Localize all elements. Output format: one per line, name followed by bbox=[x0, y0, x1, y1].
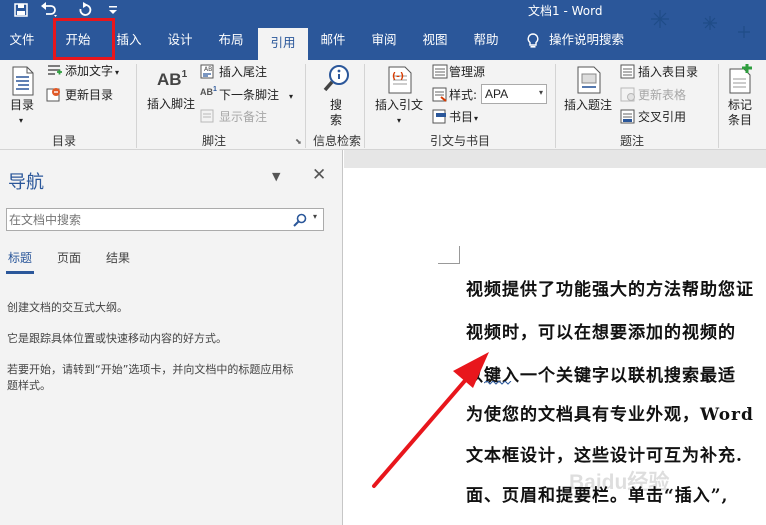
nav-hint-3b: 题样式。 bbox=[7, 379, 51, 392]
ribbon-separator bbox=[555, 64, 556, 148]
mark-entry-icon bbox=[729, 64, 752, 94]
search-icon[interactable] bbox=[293, 213, 307, 227]
nav-hint-3a: 若要开始，请转到“开始”选项卡，并向文档中的标题应用标 bbox=[7, 363, 294, 376]
chevron-down-icon: ▾ bbox=[538, 88, 543, 97]
update-toc-button[interactable]: 更新目录 bbox=[65, 88, 113, 103]
cross-reference-icon bbox=[620, 109, 635, 124]
group-label-toc: 目录 bbox=[52, 134, 77, 148]
home-tab-highlight-box bbox=[53, 18, 115, 60]
tab-help[interactable]: 帮助 bbox=[468, 26, 504, 54]
insert-caption-icon bbox=[577, 66, 601, 94]
style-icon bbox=[432, 87, 447, 102]
show-notes-icon bbox=[200, 109, 214, 123]
ribbon-separator bbox=[364, 64, 365, 148]
mark-entry-button[interactable]: 标记条目 bbox=[724, 64, 764, 128]
customize-qat-icon[interactable] bbox=[108, 4, 118, 16]
next-footnote-icon: AB1 bbox=[200, 86, 217, 97]
snowflake-decoration-icon bbox=[651, 10, 750, 38]
tab-file[interactable]: 文件 bbox=[4, 26, 40, 54]
search-options-arrow[interactable]: ▾ bbox=[313, 212, 317, 221]
toc-button[interactable]: 目录 ▾ bbox=[6, 64, 40, 128]
tab-mailings[interactable]: 邮件 bbox=[315, 26, 351, 54]
ribbon-separator bbox=[718, 64, 719, 148]
search-info-icon bbox=[323, 65, 349, 92]
search-button[interactable]: 搜索 bbox=[318, 64, 356, 128]
undo-icon[interactable] bbox=[40, 2, 58, 17]
bibliography-icon bbox=[432, 109, 446, 124]
insert-citation-icon: (-) bbox=[388, 66, 412, 94]
tab-review[interactable]: 审阅 bbox=[366, 26, 402, 54]
nav-search-box[interactable]: ▾ bbox=[6, 208, 324, 231]
footnote-ab-icon: AB1 bbox=[157, 69, 188, 89]
update-toc-icon bbox=[46, 88, 60, 102]
svg-text:AB: AB bbox=[204, 66, 212, 73]
table-of-figures-icon bbox=[620, 64, 635, 79]
save-icon[interactable] bbox=[14, 3, 28, 17]
update-table-button[interactable]: 更新表格 bbox=[638, 88, 686, 103]
nav-pane-options-button[interactable]: ▼ bbox=[272, 170, 280, 183]
manage-sources-button[interactable]: 管理源 bbox=[449, 65, 485, 80]
insert-caption-button[interactable]: 插入题注 bbox=[562, 64, 616, 114]
nav-search-input[interactable] bbox=[9, 210, 279, 229]
tab-layout[interactable]: 布局 bbox=[213, 26, 249, 54]
group-label-citations: 引文与书目 bbox=[430, 134, 491, 148]
watermark: Baidu经验 bbox=[569, 471, 670, 494]
group-label-research: 信息检索 bbox=[313, 134, 362, 148]
close-icon[interactable]: ✕ bbox=[312, 165, 326, 185]
tab-references[interactable]: 引用 bbox=[258, 28, 308, 60]
ribbon-separator bbox=[305, 64, 306, 148]
document-area: 视频提供了功能强大的方法帮助您证 视频时，可以在想要添加的视频的 以键入一个关键… bbox=[344, 150, 766, 525]
tell-me-search[interactable]: 操作说明搜索 bbox=[549, 26, 629, 54]
show-notes-button[interactable]: 显示备注 bbox=[219, 110, 267, 125]
bibliography-button[interactable]: 书目 bbox=[449, 110, 473, 125]
next-footnote-button[interactable]: 下一条脚注 bbox=[219, 88, 279, 103]
svg-text:(-): (-) bbox=[392, 72, 404, 82]
style-select[interactable]: APA ▾ bbox=[481, 84, 547, 104]
toc-dropdown-arrow: ▾ bbox=[19, 116, 24, 125]
toc-icon bbox=[12, 66, 34, 96]
add-text-button[interactable]: 添加文字 bbox=[65, 64, 113, 79]
lightbulb-icon bbox=[527, 33, 539, 48]
insert-citation-button[interactable]: (-) 插入引文 ▾ bbox=[373, 64, 427, 128]
ribbon: 目录 ▾ 添加文字 ▾ 更新目录 目录 AB1 插入脚注 AB 插入尾注 AB1… bbox=[0, 60, 766, 150]
navigation-pane: 导航 ▼ ✕ ▾ 标题 页面 结果 创建文档的交互式大纲。 它是跟踪具体位置或快… bbox=[0, 150, 343, 525]
insert-endnote-icon: AB bbox=[200, 64, 214, 79]
insert-table-of-figures-button[interactable]: 插入表目录 bbox=[638, 65, 698, 80]
insert-endnote-button[interactable]: 插入尾注 bbox=[219, 65, 267, 80]
add-text-arrow: ▾ bbox=[115, 68, 120, 77]
style-label: 样式: bbox=[449, 88, 478, 102]
cross-reference-button[interactable]: 交叉引用 bbox=[638, 110, 686, 125]
nav-tab-pages[interactable]: 页面 bbox=[57, 249, 81, 266]
ribbon-separator bbox=[136, 64, 137, 148]
next-footnote-arrow: ▾ bbox=[289, 92, 294, 101]
redo-icon[interactable] bbox=[78, 2, 92, 17]
group-label-footnotes: 脚注 bbox=[202, 134, 227, 148]
group-label-captions: 题注 bbox=[620, 134, 645, 148]
update-table-icon bbox=[620, 87, 635, 102]
tab-view[interactable]: 视图 bbox=[417, 26, 453, 54]
window-title: 文档1 - Word bbox=[528, 4, 603, 18]
footnotes-dialog-launcher[interactable]: ⬊ bbox=[295, 137, 302, 146]
nav-tab-underline bbox=[6, 271, 34, 274]
insert-footnote-button[interactable]: AB1 插入脚注 bbox=[144, 64, 200, 114]
style-select-value: APA bbox=[485, 87, 509, 101]
arrow-annotation bbox=[372, 352, 489, 488]
nav-tab-headings[interactable]: 标题 bbox=[8, 249, 32, 266]
tab-design[interactable]: 设计 bbox=[162, 26, 198, 54]
nav-pane-title: 导航 bbox=[8, 172, 44, 193]
nav-tab-results[interactable]: 结果 bbox=[106, 249, 130, 266]
tab-insert[interactable]: 插入 bbox=[111, 26, 147, 54]
nav-hint-2: 它是跟踪具体位置或快速移动内容的好方式。 bbox=[7, 332, 227, 345]
manage-sources-icon bbox=[432, 64, 448, 79]
add-text-icon bbox=[48, 65, 62, 75]
nav-hint-1: 创建文档的交互式大纲。 bbox=[7, 301, 128, 314]
